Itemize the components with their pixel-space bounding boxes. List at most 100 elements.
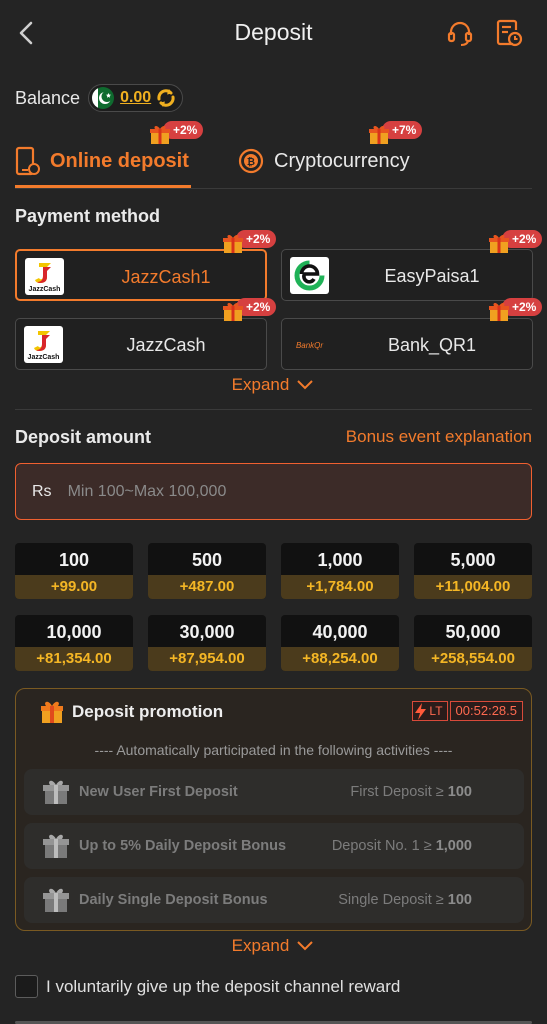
jazzcash-bonus-badge: +2% [223, 298, 277, 321]
promotion-activity: Daily Single Deposit Bonus Single Deposi… [24, 877, 524, 923]
chip-bonus: +487.00 [148, 575, 266, 599]
giveup-reward-label: I voluntarily give up the deposit channe… [46, 976, 401, 996]
amount-chip[interactable]: 100 +99.00 [15, 543, 133, 599]
limited-time-badge: LT [412, 701, 448, 721]
bonus-event-link[interactable]: Bonus event explanation [346, 427, 532, 447]
tab-label: Online deposit [50, 149, 189, 172]
promotion-timer: LT 00:52:28.5 [412, 701, 523, 721]
balance-value: 0.00 [120, 89, 152, 106]
phone-icon [15, 146, 40, 176]
payment-method-name: JazzCash1 [121, 267, 211, 287]
balance-pill: 0.00 [88, 84, 184, 112]
chevron-down-icon [297, 941, 314, 951]
bitcoin-icon: ₿ [238, 148, 264, 174]
payment-method-bank-qr1[interactable]: BankQr Bank_QR1 [281, 318, 533, 370]
crypto-bonus-badge: +7% [369, 121, 423, 144]
activity-condition: Deposit No. 1 ≥ 1,000 [331, 838, 472, 854]
section-divider [15, 409, 532, 410]
expand-label: Expand [231, 375, 290, 394]
gift-icon [223, 234, 243, 253]
tab-online-deposit[interactable]: Online deposit [15, 144, 189, 178]
activity-name: Daily Single Deposit Bonus [79, 892, 268, 908]
bank-qr-logo: BankQr [290, 326, 329, 363]
payment-method-name: EasyPaisa1 [384, 266, 480, 286]
bank-qr1-bonus-badge: +2% [489, 298, 543, 321]
deposit-tabs: Online deposit +2% ₿ Cryptocurrency +7% [0, 121, 547, 190]
promotion-activity: Up to 5% Daily Deposit Bonus Deposit No.… [24, 823, 524, 869]
giveup-reward-checkbox[interactable] [15, 975, 38, 998]
giveup-reward-row[interactable]: I voluntarily give up the deposit channe… [15, 975, 400, 998]
deposit-amount-field: Rs [15, 463, 532, 520]
tab-divider [15, 188, 532, 189]
easypaisa1-bonus-badge: +2% [489, 230, 543, 253]
online-deposit-bonus-badge: +2% [150, 121, 204, 144]
svg-text:₿: ₿ [247, 156, 255, 168]
gift-icon [41, 701, 63, 723]
chip-bonus: +87,954.00 [148, 647, 266, 671]
chip-amount: 5,000 [450, 550, 496, 570]
amount-chip[interactable]: 50,000 +258,554.00 [414, 615, 532, 671]
chip-amount: 40,000 [312, 622, 368, 642]
payment-method-name: Bank_QR1 [387, 335, 477, 355]
tab-label: Cryptocurrency [274, 149, 410, 172]
tab-cryptocurrency[interactable]: ₿ Cryptocurrency [237, 144, 410, 178]
chevron-down-icon [297, 380, 314, 390]
activity-condition: Single Deposit ≥ 100 [338, 892, 472, 908]
amount-chip[interactable]: 500 +487.00 [148, 543, 266, 599]
countdown-time: 00:52:28.5 [449, 701, 523, 721]
gift-icon [43, 888, 69, 912]
payment-method-jazzcash1[interactable]: JazzCash JazzCash1 [15, 249, 267, 301]
payment-method-easypaisa1[interactable]: EasyPaisa1 [281, 249, 533, 301]
amount-chip[interactable]: 40,000 +88,254.00 [281, 615, 399, 671]
chip-amount: 30,000 [179, 622, 235, 642]
chip-bonus: +11,004.00 [414, 575, 532, 599]
activity-name: New User First Deposit [79, 784, 238, 800]
activity-condition: First Deposit ≥ 100 [350, 784, 472, 800]
gift-icon [43, 834, 69, 858]
promotion-expand-button[interactable]: Expand [0, 936, 547, 956]
chip-amount: 1,000 [317, 550, 363, 570]
chip-amount: 500 [191, 550, 223, 570]
headset-icon[interactable] [445, 18, 475, 48]
gift-icon [369, 125, 389, 144]
jazzcash-logo: JazzCash [24, 326, 63, 363]
expand-label: Expand [231, 936, 290, 955]
currency-label: Rs [32, 482, 52, 500]
svg-text:JazzCash: JazzCash [29, 286, 61, 293]
chip-bonus: +258,554.00 [414, 647, 532, 671]
lightning-icon [415, 703, 427, 720]
deposit-amount-title: Deposit amount [15, 427, 152, 447]
easypaisa-logo [290, 257, 329, 294]
amount-chip[interactable]: 5,000 +11,004.00 [414, 543, 532, 599]
promotion-subtitle: ---- Automatically participated in the f… [94, 742, 453, 758]
refresh-icon[interactable] [155, 87, 177, 109]
limited-time-label: LT [429, 704, 443, 718]
top-bar: Deposit [0, 0, 547, 66]
payment-method-title: Payment method [15, 206, 161, 226]
gift-icon [489, 302, 509, 321]
deposit-promotion-panel: Deposit promotion LT 00:52:28.5 ---- Aut… [15, 688, 532, 931]
chip-bonus: +88,254.00 [281, 647, 399, 671]
amount-chip[interactable]: 1,000 +1,784.00 [281, 543, 399, 599]
chip-bonus: +81,354.00 [15, 647, 133, 671]
payment-method-name: JazzCash [126, 335, 206, 355]
history-icon[interactable] [494, 18, 524, 48]
balance-label: Balance [15, 87, 81, 108]
jazzcash1-bonus-badge: +2% [223, 230, 277, 253]
balance-row: Balance 0.00 [15, 83, 184, 113]
amount-input[interactable] [67, 482, 488, 501]
active-tab-indicator [15, 185, 191, 188]
chip-amount: 100 [58, 550, 90, 570]
promotion-title: Deposit promotion [72, 702, 224, 721]
svg-text:JazzCash: JazzCash [28, 354, 60, 361]
pakistan-flag-icon [92, 87, 115, 109]
gift-icon [489, 234, 509, 253]
amount-chip[interactable]: 10,000 +81,354.00 [15, 615, 133, 671]
activity-name: Up to 5% Daily Deposit Bonus [79, 838, 287, 854]
gift-icon [150, 125, 170, 144]
payment-expand-button[interactable]: Expand [0, 375, 547, 395]
payment-method-jazzcash[interactable]: JazzCash JazzCash [15, 318, 267, 370]
svg-text:BankQr: BankQr [296, 341, 323, 350]
amount-chip[interactable]: 30,000 +87,954.00 [148, 615, 266, 671]
gift-icon [223, 302, 243, 321]
